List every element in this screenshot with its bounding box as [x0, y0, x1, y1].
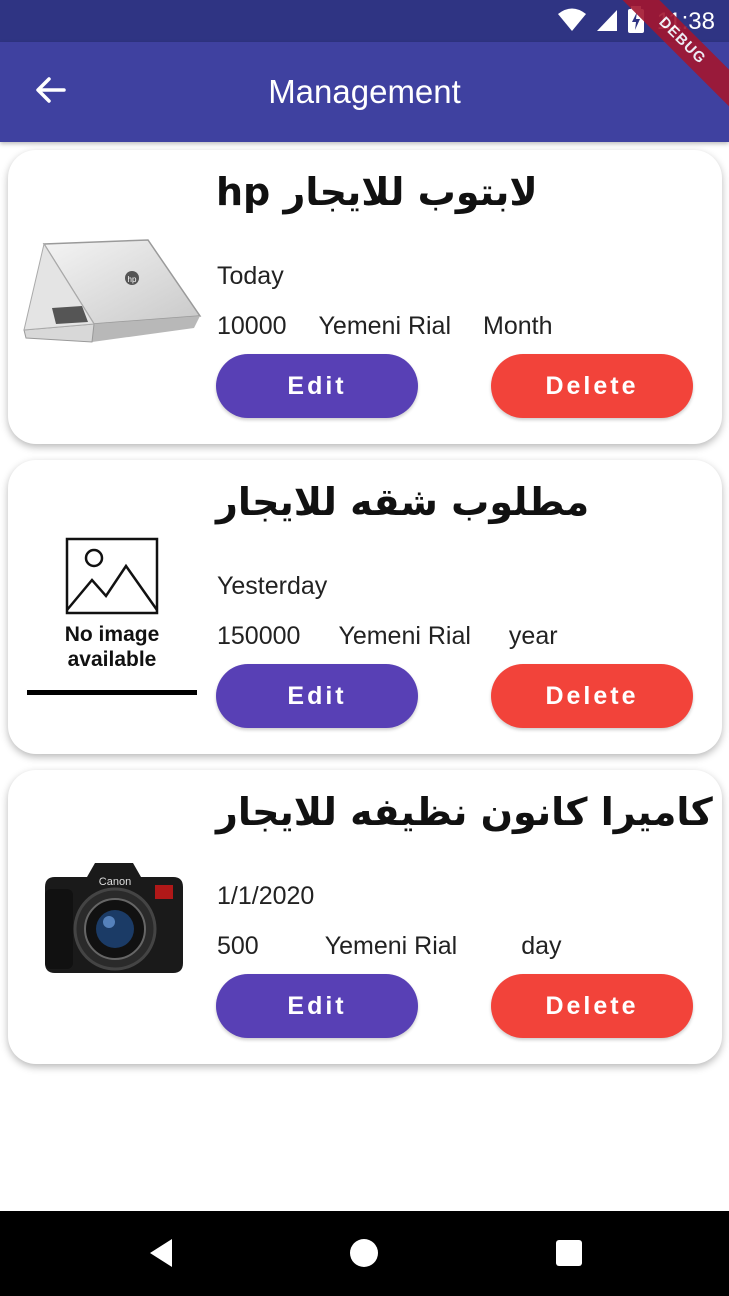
item-price: 500 — [217, 932, 259, 960]
image-placeholder-icon — [65, 537, 159, 615]
arrow-back-icon — [34, 76, 66, 108]
system-navigation-bar — [0, 1211, 729, 1296]
item-date: 1/1/2020 — [217, 882, 315, 910]
price-row: 500 Yemeni Rial day — [217, 932, 562, 961]
item-period: year — [508, 622, 558, 650]
laptop-image: hp — [22, 210, 202, 385]
delete-button[interactable]: Delete — [491, 354, 693, 418]
no-image-caption-line2: available — [67, 648, 157, 671]
list-item[interactable]: No image available مطلوب شقه للايجار Yes… — [8, 460, 722, 754]
nav-recents-button[interactable] — [549, 1233, 589, 1273]
svg-text:Canon: Canon — [99, 876, 131, 888]
placeholder-divider — [27, 690, 197, 695]
item-currency: Yemeni Rial — [324, 932, 458, 960]
camera-image: Canon — [22, 830, 202, 1005]
item-price: 10000 — [217, 312, 287, 340]
nav-home-button[interactable] — [344, 1233, 384, 1273]
item-period: day — [521, 932, 562, 960]
item-period: Month — [483, 312, 553, 340]
item-title: لابتوب للايجار hp — [216, 170, 538, 214]
back-triangle-icon — [142, 1239, 182, 1277]
no-image-placeholder: No image available — [22, 520, 202, 695]
list-item[interactable]: hp لابتوب للايجار hp Today 10000 Yemeni R… — [8, 150, 722, 444]
price-row: 10000 Yemeni Rial Month — [217, 312, 553, 341]
item-date: Today — [217, 262, 284, 290]
item-currency: Yemeni Rial — [338, 622, 471, 650]
signal-icon — [595, 7, 619, 37]
nav-back-button[interactable] — [142, 1233, 182, 1273]
page-title: Management — [268, 73, 461, 110]
item-title: مطلوب شقه للايجار — [216, 480, 590, 524]
home-circle-icon — [344, 1239, 384, 1277]
price-row: 150000 Yemeni Rial year — [217, 622, 558, 651]
item-date: Yesterday — [217, 572, 328, 600]
app-bar: Management — [0, 42, 729, 142]
edit-button[interactable]: Edit — [216, 664, 418, 728]
item-title: كاميرا كانون نظيفه للايجار — [216, 790, 713, 834]
recents-square-icon — [549, 1240, 589, 1277]
edit-button[interactable]: Edit — [216, 974, 418, 1038]
delete-button[interactable]: Delete — [491, 974, 693, 1038]
status-bar: 11:38 — [0, 0, 729, 42]
back-button[interactable] — [28, 72, 72, 112]
delete-button[interactable]: Delete — [491, 664, 693, 728]
svg-text:hp: hp — [128, 275, 137, 284]
item-currency: Yemeni Rial — [318, 312, 452, 340]
wifi-icon — [557, 7, 587, 37]
list-item[interactable]: Canon كاميرا كانون نظيفه للايجار 1/1/202… — [8, 770, 722, 1064]
item-price: 150000 — [217, 622, 301, 650]
no-image-caption-line1: No image — [64, 623, 160, 646]
edit-button[interactable]: Edit — [216, 354, 418, 418]
